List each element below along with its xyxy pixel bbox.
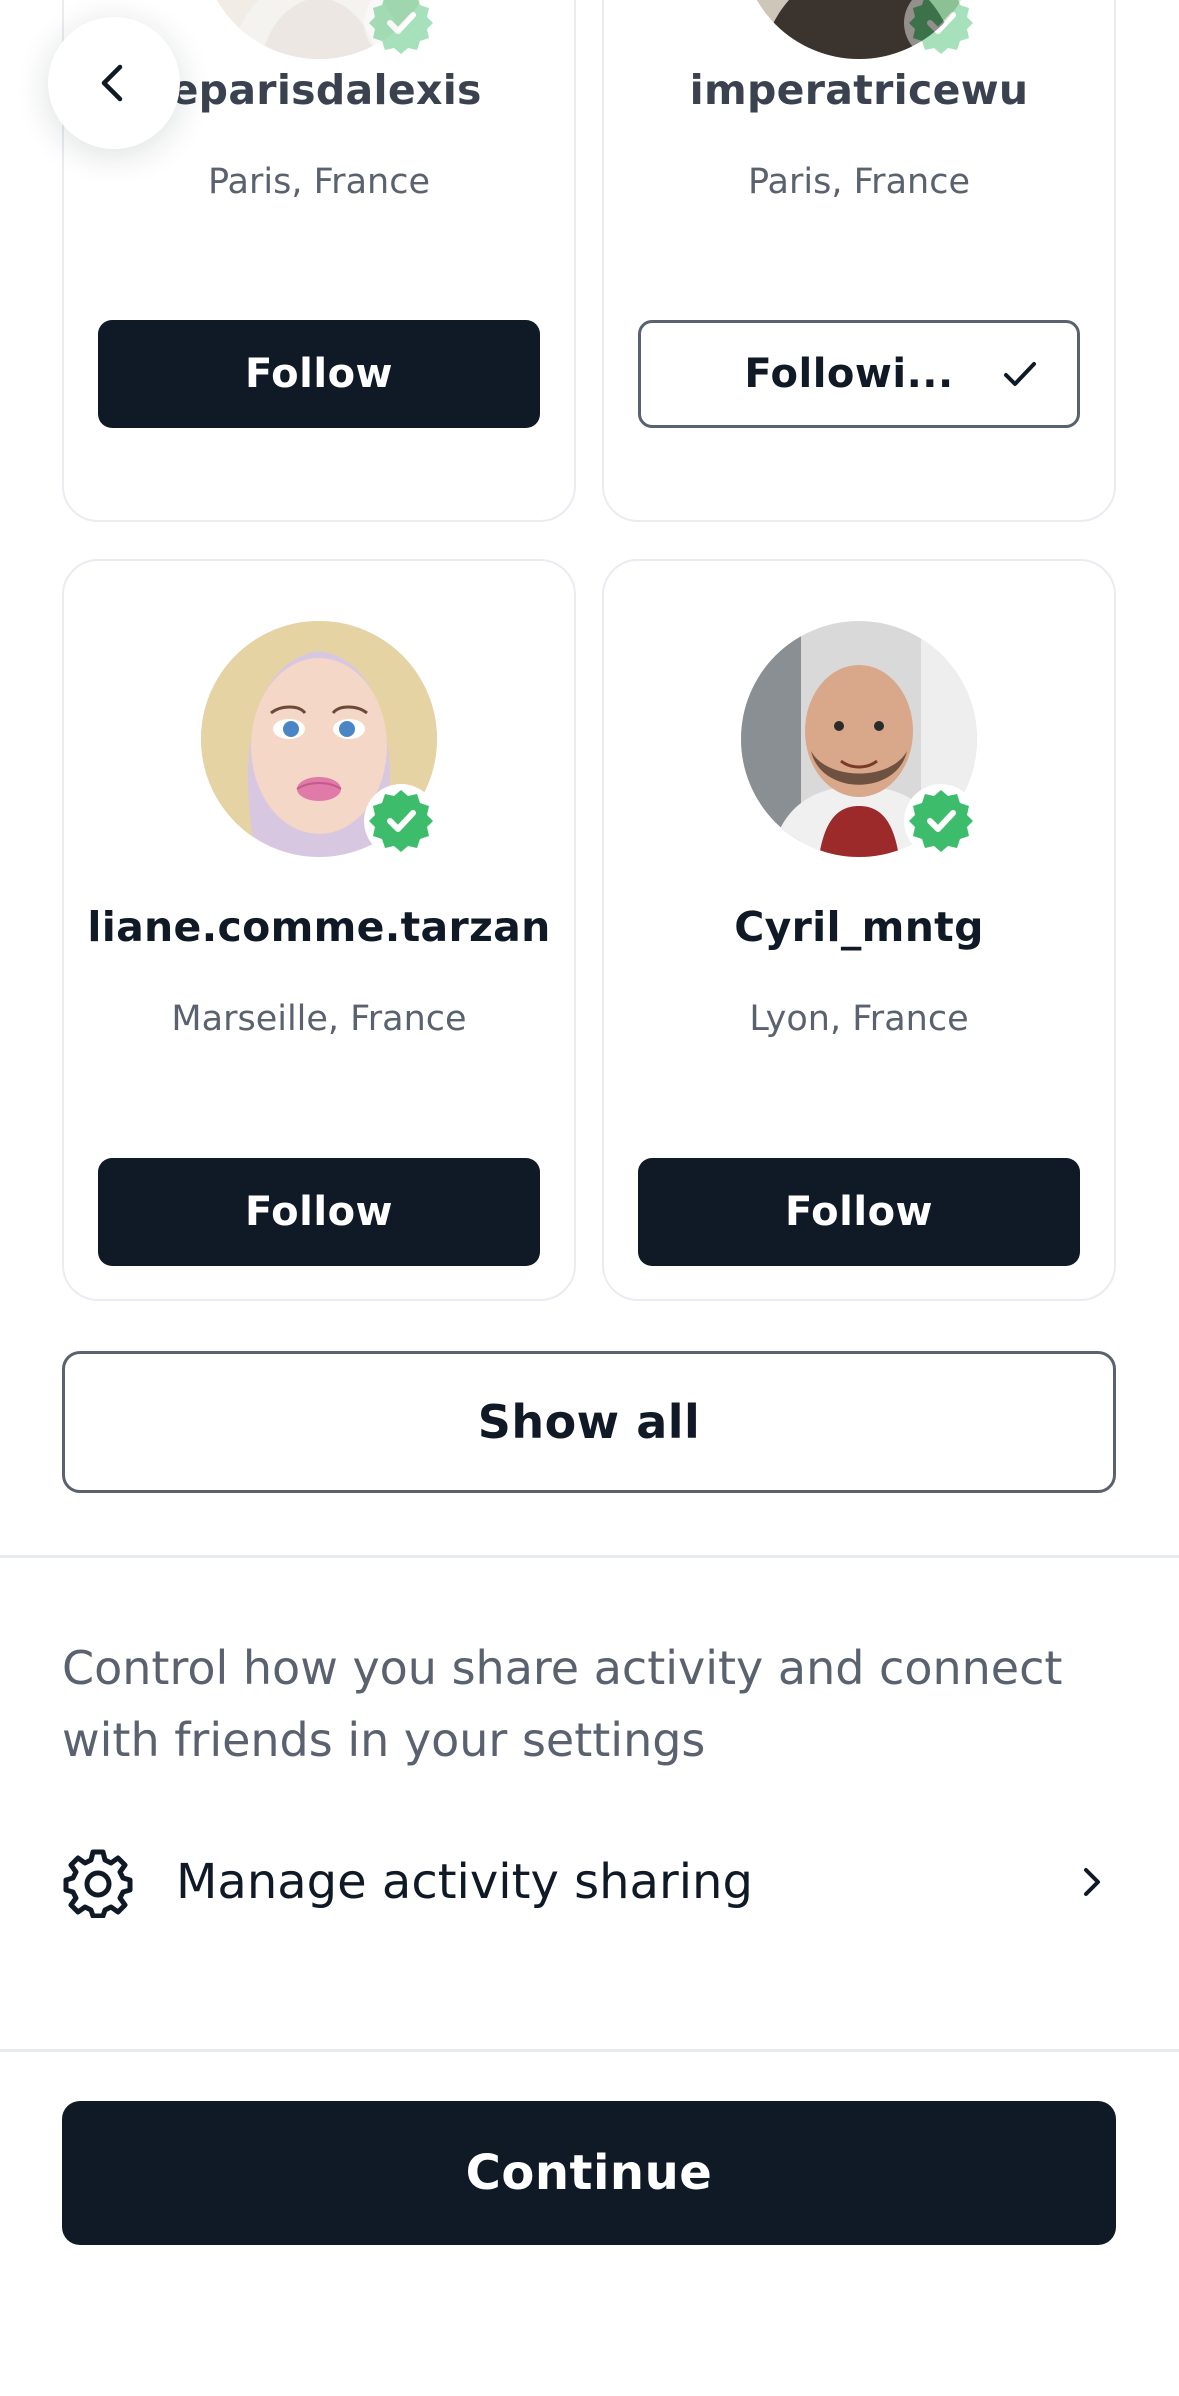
continue-button[interactable]: Continue	[62, 2101, 1116, 2245]
chevron-right-icon	[1084, 1868, 1100, 1896]
follow-button[interactable]: Follow	[638, 1158, 1080, 1266]
location: Paris, France	[208, 162, 430, 202]
verified-badge-icon	[364, 784, 438, 858]
avatar-container	[201, 621, 438, 858]
divider	[0, 2049, 1179, 2052]
back-button[interactable]	[48, 17, 180, 149]
suggestion-card: imperatricewu Paris, France Followi...	[602, 0, 1116, 522]
follow-button[interactable]: Follow	[98, 1158, 540, 1266]
avatar-container	[741, 0, 978, 60]
username[interactable]: imperatricewu	[604, 66, 1114, 114]
location: Paris, France	[748, 162, 970, 202]
avatar-container	[741, 621, 978, 858]
show-all-button[interactable]: Show all	[62, 1351, 1116, 1493]
manage-activity-sharing-row[interactable]: Manage activity sharing	[62, 1840, 1116, 1924]
username[interactable]: liane.comme.tarzan	[64, 903, 574, 951]
show-all-label: Show all	[477, 1395, 701, 1449]
follow-button-label: Follow	[244, 351, 394, 397]
following-button[interactable]: Followi...	[638, 320, 1080, 428]
suggestion-card: liane.comme.tarzan Marseille, France Fol…	[62, 559, 576, 1301]
verified-badge-icon	[904, 784, 978, 858]
follow-button-label: Follow	[244, 1189, 394, 1235]
avatar-container	[201, 0, 438, 60]
check-icon	[1004, 362, 1036, 386]
verified-badge-icon	[364, 0, 438, 60]
settings-description: Control how you share activity and conne…	[62, 1641, 1063, 1767]
location: Marseille, France	[171, 999, 467, 1039]
manage-activity-sharing-label: Manage activity sharing	[176, 1854, 753, 1910]
following-button-label: Followi...	[744, 351, 954, 397]
chevron-left-icon	[101, 64, 123, 102]
find-friends-screen: leparisdalexis Paris, France Follow impe…	[0, 0, 1179, 2396]
username[interactable]: Cyril_mntg	[604, 903, 1114, 951]
divider	[0, 1555, 1179, 1558]
continue-label: Continue	[465, 2145, 713, 2201]
suggestion-card: Cyril_mntg Lyon, France Follow	[602, 559, 1116, 1301]
follow-button[interactable]: Follow	[98, 320, 540, 428]
follow-button-label: Follow	[784, 1189, 934, 1235]
verified-badge-icon	[904, 0, 978, 60]
gear-icon	[63, 1849, 133, 1918]
location: Lyon, France	[749, 999, 969, 1039]
